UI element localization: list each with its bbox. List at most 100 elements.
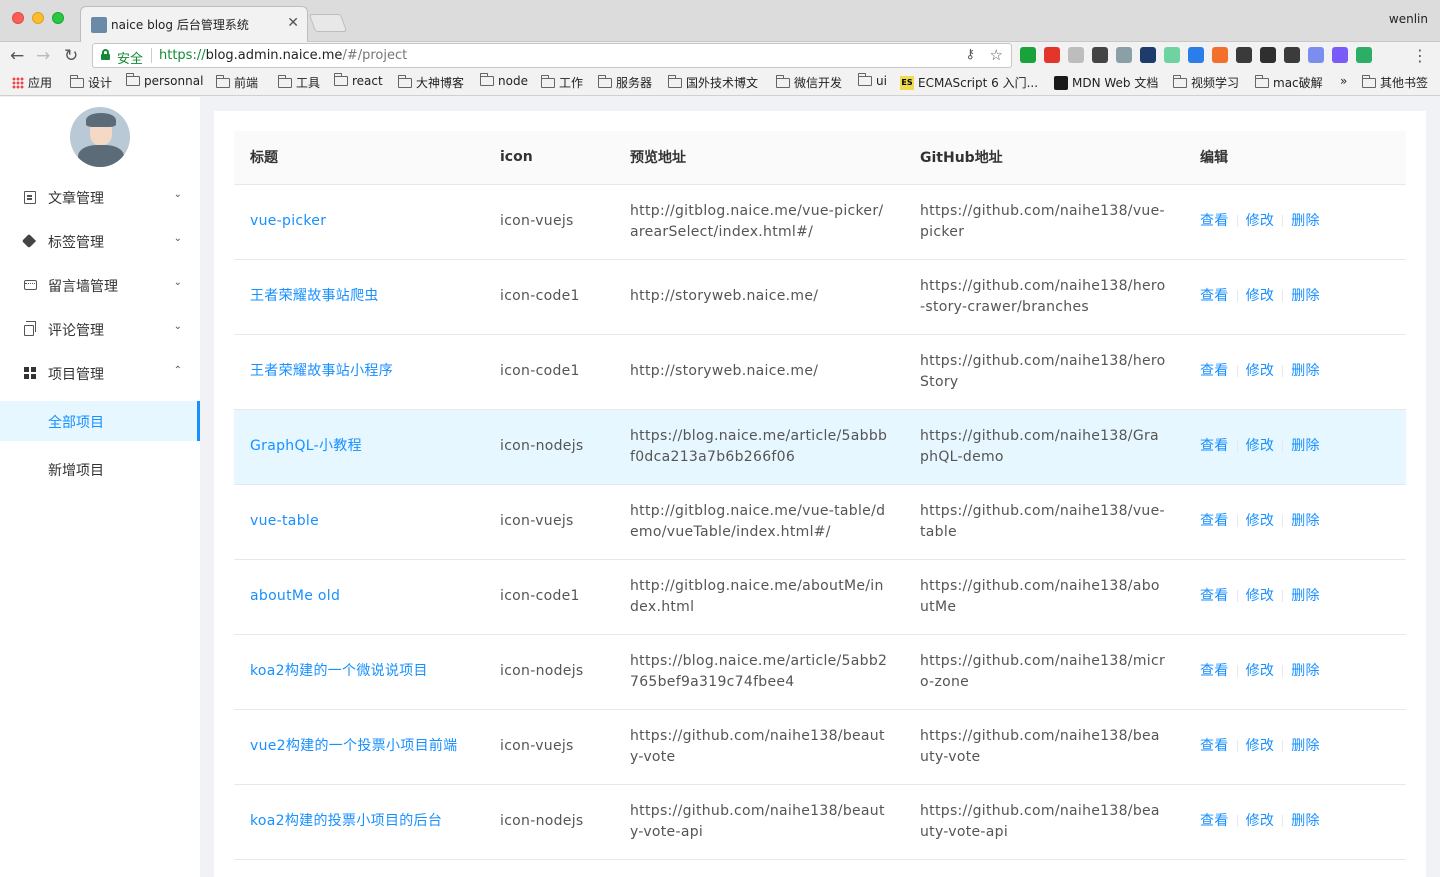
address-bar[interactable]: 安全 https://blog.admin.naice.me/#/project…: [92, 43, 1012, 68]
bookmark-item[interactable]: 国外技术博文: [668, 74, 758, 91]
view-link[interactable]: 查看: [1200, 813, 1229, 829]
browser-tab[interactable]: naice blog 后台管理系统 ✕: [80, 6, 308, 42]
bookmark-item[interactable]: mac破解: [1255, 74, 1323, 91]
view-link[interactable]: 查看: [1200, 663, 1229, 679]
delete-link[interactable]: 删除: [1291, 813, 1320, 829]
view-link[interactable]: 查看: [1200, 738, 1229, 754]
submenu-all-projects[interactable]: 全部项目: [0, 401, 200, 441]
project-title-link[interactable]: GraphQL-小教程: [234, 409, 484, 485]
bookmark-label: ui: [876, 74, 887, 88]
project-title-link[interactable]: vue-picker: [234, 184, 484, 260]
project-title-link[interactable]: 王者荣耀故事站爬虫: [234, 259, 484, 335]
bookmark-item[interactable]: 视频学习: [1173, 74, 1239, 91]
menu-article-management[interactable]: 文章管理 ⌄: [0, 175, 200, 219]
bookmark-item[interactable]: 工具: [278, 74, 320, 91]
window-close-button[interactable]: [12, 12, 24, 24]
view-link[interactable]: 查看: [1200, 438, 1229, 454]
extension-icon[interactable]: [1284, 47, 1300, 63]
menu-tag-management[interactable]: 标签管理 ⌄: [0, 219, 200, 263]
menu-project-management[interactable]: 项目管理 ⌃: [0, 351, 200, 395]
edit-link[interactable]: 修改: [1246, 738, 1275, 754]
url-text[interactable]: https://blog.admin.naice.me/#/project: [159, 48, 407, 63]
delete-link[interactable]: 删除: [1291, 663, 1320, 679]
bookmark-item[interactable]: ui: [858, 73, 887, 88]
view-link[interactable]: 查看: [1200, 513, 1229, 529]
bookmark-item[interactable]: 前端: [216, 74, 258, 91]
delete-link[interactable]: 删除: [1291, 363, 1320, 379]
forward-arrow-icon[interactable]: →: [36, 46, 50, 66]
window-maximize-button[interactable]: [52, 12, 64, 24]
project-github-url: https://github.com/naihe138/vue-picker: [904, 184, 1184, 260]
edit-link[interactable]: 修改: [1246, 438, 1275, 454]
edit-link[interactable]: 修改: [1246, 588, 1275, 604]
edit-link[interactable]: 修改: [1246, 513, 1275, 529]
extension-icon[interactable]: [1140, 47, 1156, 63]
project-github-url: https://github.com/naihe138/micro-zone: [904, 634, 1184, 710]
extension-icon[interactable]: [1188, 47, 1204, 63]
project-title-link[interactable]: vue2构建的一个投票小项目前端: [234, 709, 484, 785]
delete-link[interactable]: 删除: [1291, 213, 1320, 229]
bookmark-item[interactable]: 服务器: [598, 74, 652, 91]
extension-icon[interactable]: [1068, 47, 1084, 63]
delete-link[interactable]: 删除: [1291, 738, 1320, 754]
profile-name[interactable]: wenlin: [1389, 12, 1428, 26]
extension-icon[interactable]: [1332, 47, 1348, 63]
reload-icon[interactable]: ↻: [64, 46, 78, 66]
tab-close-icon[interactable]: ✕: [287, 15, 299, 31]
bookmark-star-icon[interactable]: ☆: [990, 46, 1003, 64]
project-title-link[interactable]: aboutMe old: [234, 559, 484, 635]
menu-comment-management[interactable]: 评论管理 ⌄: [0, 307, 200, 351]
project-title-link[interactable]: 王者荣耀故事站小程序: [234, 334, 484, 410]
action-divider: [1236, 665, 1238, 677]
extension-icon[interactable]: [1356, 47, 1372, 63]
browser-menu-icon[interactable]: ⋮: [1412, 46, 1428, 65]
edit-link[interactable]: 修改: [1246, 813, 1275, 829]
project-title-link[interactable]: koa2构建的投票小项目的后台: [234, 784, 484, 860]
delete-link[interactable]: 删除: [1291, 513, 1320, 529]
edit-link[interactable]: 修改: [1246, 663, 1275, 679]
new-tab-button[interactable]: [308, 14, 348, 32]
delete-link[interactable]: 删除: [1291, 288, 1320, 304]
extension-icon[interactable]: [1116, 47, 1132, 63]
bookmark-item[interactable]: personnal: [126, 73, 203, 88]
window-minimize-button[interactable]: [32, 12, 44, 24]
bookmark-label: 微信开发: [794, 76, 843, 90]
extension-icon[interactable]: [1308, 47, 1324, 63]
extension-icon[interactable]: [1164, 47, 1180, 63]
submenu-new-project[interactable]: 新增项目: [0, 449, 200, 489]
bookmark-item[interactable]: 大神博客: [398, 74, 464, 91]
view-link[interactable]: 查看: [1200, 288, 1229, 304]
view-link[interactable]: 查看: [1200, 588, 1229, 604]
key-icon[interactable]: ⚷: [965, 47, 975, 62]
menu-message-wall-management[interactable]: 留言墙管理 ⌄: [0, 263, 200, 307]
project-title-link[interactable]: koa2构建的一个微说说项目: [234, 634, 484, 710]
extension-icon[interactable]: [1212, 47, 1228, 63]
back-arrow-icon[interactable]: ←: [10, 46, 24, 66]
edit-link[interactable]: 修改: [1246, 363, 1275, 379]
view-link[interactable]: 查看: [1200, 213, 1229, 229]
bookmark-item[interactable]: »: [1340, 74, 1347, 88]
extension-icon[interactable]: [1020, 47, 1036, 63]
extension-icon[interactable]: [1236, 47, 1252, 63]
extension-icon[interactable]: [1260, 47, 1276, 63]
edit-link[interactable]: 修改: [1246, 288, 1275, 304]
bookmark-item[interactable]: 其他书签: [1362, 74, 1428, 91]
bookmark-item[interactable]: 微信开发: [776, 74, 842, 91]
project-title-link[interactable]: vue-table: [234, 484, 484, 560]
document-icon: [24, 191, 36, 204]
bookmark-item[interactable]: ES ECMAScript 6 入门...: [900, 74, 1038, 91]
row-actions: 查看 修改 删除: [1184, 259, 1406, 335]
bookmark-label: 服务器: [616, 76, 653, 90]
extension-icon[interactable]: [1044, 47, 1060, 63]
bookmark-item[interactable]: MDN Web 文档: [1054, 74, 1158, 91]
bookmark-item[interactable]: 工作: [541, 74, 583, 91]
bookmark-item[interactable]: 设计: [70, 74, 112, 91]
delete-link[interactable]: 删除: [1291, 438, 1320, 454]
delete-link[interactable]: 删除: [1291, 588, 1320, 604]
bookmark-item[interactable]: 应用: [12, 74, 52, 91]
edit-link[interactable]: 修改: [1246, 213, 1275, 229]
extension-icon[interactable]: [1092, 47, 1108, 63]
bookmark-item[interactable]: react: [334, 73, 383, 88]
view-link[interactable]: 查看: [1200, 363, 1229, 379]
bookmark-item[interactable]: node: [480, 73, 528, 88]
